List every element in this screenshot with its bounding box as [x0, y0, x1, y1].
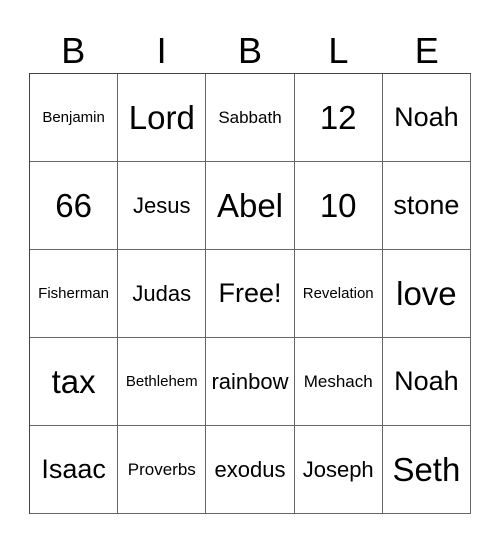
bingo-cell[interactable]: Seth	[382, 426, 471, 514]
bingo-grid: Benjamin Lord Sabbath 12 Noah 66 Jesus A…	[29, 73, 471, 514]
header-letter-b2: B	[237, 29, 262, 71]
bingo-cell[interactable]: stone	[382, 162, 471, 250]
bingo-cell[interactable]: 10	[294, 162, 383, 250]
bingo-cell[interactable]: 66	[30, 162, 119, 250]
bingo-cell[interactable]: Revelation	[294, 250, 383, 338]
bingo-header: B I B L E	[29, 28, 471, 73]
bingo-cell[interactable]: Meshach	[294, 338, 383, 426]
bingo-cell[interactable]: Abel	[206, 162, 295, 250]
bingo-cell[interactable]: exodus	[206, 426, 295, 514]
bingo-cell[interactable]: Noah	[382, 338, 471, 426]
bingo-cell[interactable]: Jesus	[118, 162, 207, 250]
bingo-cell[interactable]: tax	[30, 338, 119, 426]
bingo-cell[interactable]: Proverbs	[118, 426, 207, 514]
bingo-cell[interactable]: 12	[294, 74, 383, 162]
free-space-cell[interactable]: Free!	[206, 250, 295, 338]
bingo-cell[interactable]: Joseph	[294, 426, 383, 514]
bingo-cell[interactable]: Isaac	[30, 426, 119, 514]
header-letter-e: E	[414, 29, 439, 71]
bingo-cell[interactable]: Fisherman	[30, 250, 119, 338]
header-letter-l: L	[328, 29, 349, 71]
bingo-cell[interactable]: rainbow	[206, 338, 295, 426]
bingo-cell[interactable]: Benjamin	[30, 74, 119, 162]
bingo-cell[interactable]: Lord	[118, 74, 207, 162]
header-letter-b: B	[61, 29, 86, 71]
header-letter-i: I	[156, 29, 167, 71]
bingo-cell[interactable]: love	[382, 250, 471, 338]
bingo-cell[interactable]: Bethlehem	[118, 338, 207, 426]
bingo-cell[interactable]: Sabbath	[206, 74, 295, 162]
bingo-cell[interactable]: Noah	[382, 74, 471, 162]
bingo-cell[interactable]: Judas	[118, 250, 207, 338]
